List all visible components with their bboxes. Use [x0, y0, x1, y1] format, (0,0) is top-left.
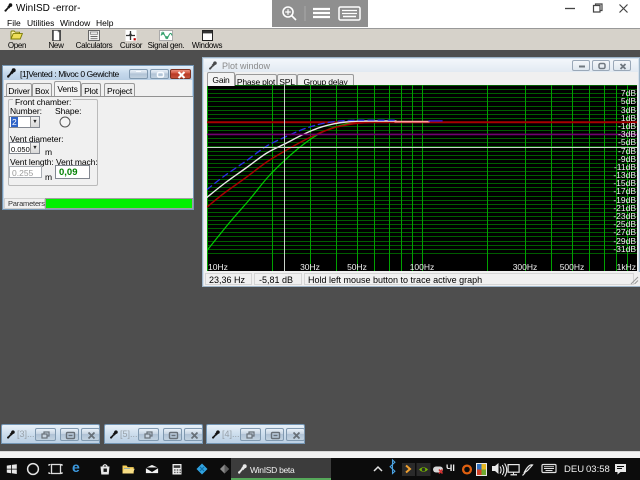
svg-text:300Hz: 300Hz — [513, 262, 538, 271]
svg-text:500Hz: 500Hz — [560, 262, 585, 271]
svg-text:30Hz: 30Hz — [300, 262, 320, 271]
svg-text:1kHz: 1kHz — [617, 262, 636, 271]
svg-text:50Hz: 50Hz — [347, 262, 367, 271]
svg-text:100Hz: 100Hz — [410, 262, 435, 271]
svg-text:10Hz: 10Hz — [208, 262, 228, 271]
svg-text:-31dB: -31dB — [613, 244, 636, 254]
